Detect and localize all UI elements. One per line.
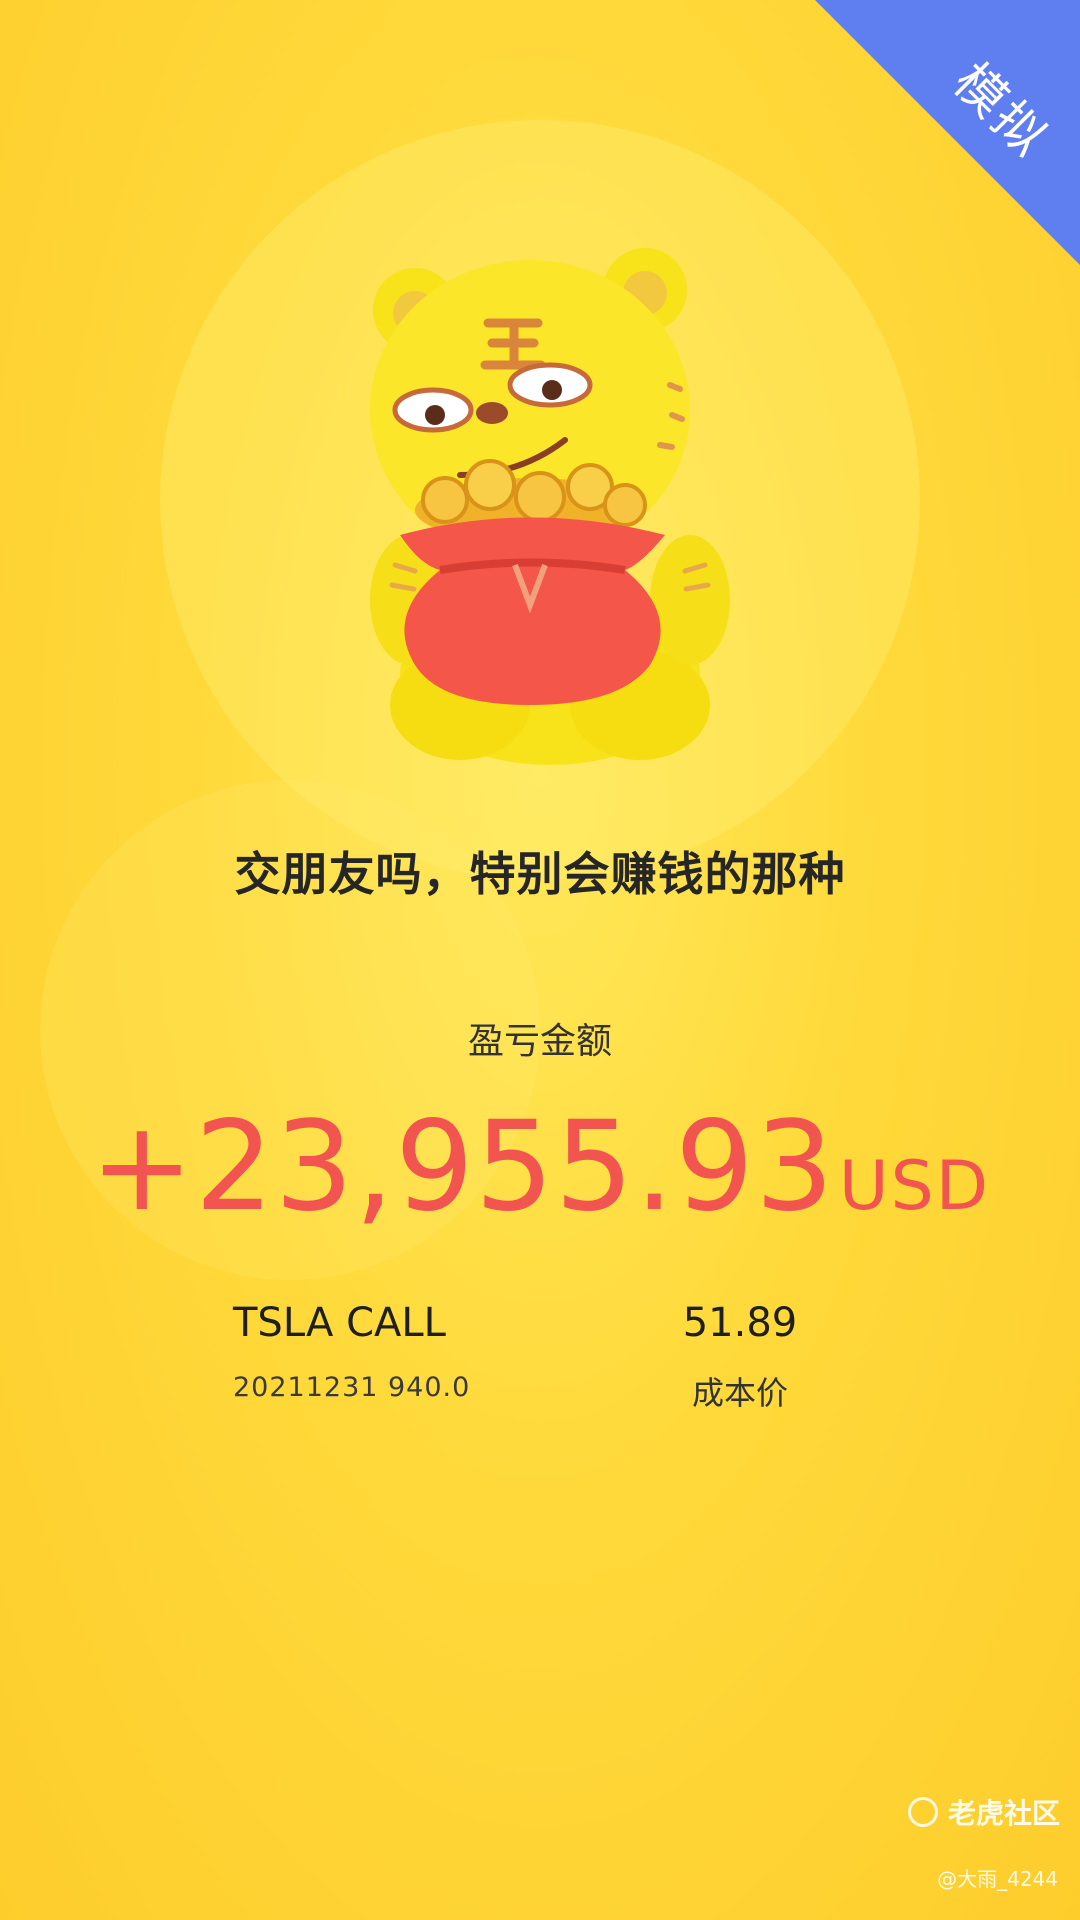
contract-name: TSLA CALL xyxy=(233,1300,446,1346)
watermark-brand: 老虎社区 xyxy=(947,1797,1060,1830)
tiger-mascot-illustration xyxy=(370,248,730,765)
cost-price-info: 51.89 成本价 xyxy=(660,1300,820,1414)
community-watermark: 老虎社区 xyxy=(907,1792,1060,1832)
profit-loss-currency: USD xyxy=(838,1147,991,1226)
slogan-headline: 交朋友吗，特别会赚钱的那种 xyxy=(234,847,846,901)
profit-loss-label: 盈亏金额 xyxy=(467,1021,612,1062)
cost-price-value: 51.89 xyxy=(682,1300,798,1346)
profit-loss-value: +23,955.93 xyxy=(89,1095,835,1239)
tiger-community-logo-icon xyxy=(907,1797,938,1827)
contract-info: TSLA CALL 20211231 940.0 xyxy=(233,1300,470,1403)
cost-price-label: 成本价 xyxy=(691,1374,788,1412)
contract-expiry-strike: 20211231 940.0 xyxy=(233,1372,471,1403)
profit-loss-amount: +23,955.93USD xyxy=(0,1095,1080,1239)
simulated-badge: 模拟 xyxy=(815,0,1080,265)
watermark-user: @大雨_4244 xyxy=(937,1867,1058,1891)
